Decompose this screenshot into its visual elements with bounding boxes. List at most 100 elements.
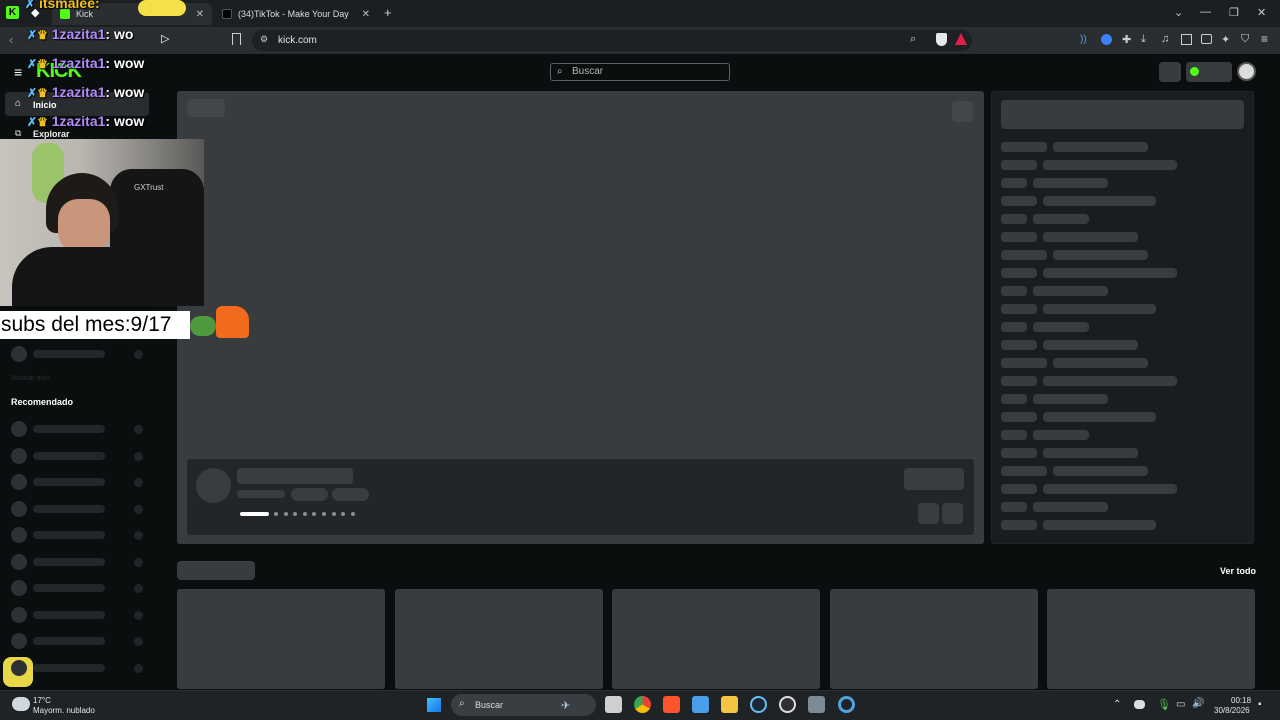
close-tab-icon[interactable]: ✕ [362, 9, 370, 20]
prev-button-placeholder[interactable] [918, 503, 939, 524]
list-row-placeholder [1033, 286, 1108, 296]
list-row-placeholder [1053, 250, 1148, 260]
list-row-placeholder [1033, 178, 1108, 188]
stream-info-bar [187, 459, 974, 535]
wallet-icon[interactable] [1201, 34, 1212, 44]
carousel-pip[interactable] [322, 512, 326, 516]
list-row-placeholder [1001, 520, 1037, 530]
url-bar[interactable]: ⚙ kick.com ⌕ [252, 30, 972, 51]
carousel-pip[interactable] [283, 512, 288, 516]
weather-icon[interactable] [12, 697, 30, 711]
back-icon[interactable]: ‹ [9, 32, 13, 47]
overlay-chat-top: ✗ itsmalee: [25, 0, 100, 11]
channel-avatar-placeholder[interactable] [11, 606, 27, 623]
list-row-placeholder [1001, 484, 1037, 494]
menu-icon[interactable]: ≡ [1261, 32, 1268, 46]
notification-icon[interactable]: ▪ [1258, 699, 1262, 710]
weather-temp[interactable]: 17°C [33, 696, 51, 705]
chrome-icon[interactable] [634, 696, 651, 713]
home-icon: ⌂ [15, 98, 22, 109]
url-text[interactable]: kick.com [278, 35, 317, 46]
leo-ai-icon[interactable]: ✦ [1221, 33, 1230, 46]
channel-avatar-placeholder[interactable] [11, 500, 27, 517]
channel-avatar-placeholder[interactable] [11, 421, 27, 437]
minimize-icon[interactable]: — [1200, 6, 1211, 18]
new-tab-button[interactable]: + [384, 5, 392, 20]
start-icon[interactable] [427, 698, 441, 712]
next-button-placeholder[interactable] [942, 503, 963, 524]
hamburger-menu-icon[interactable]: ≡ [14, 64, 22, 80]
volume-icon[interactable]: 🔊 [1192, 698, 1204, 709]
player-control-placeholder[interactable] [952, 101, 973, 122]
sidebar-show-more[interactable]: Mostrar más [11, 375, 50, 382]
discord-icon[interactable] [1134, 700, 1145, 709]
network-icon[interactable]: ▭ [1176, 699, 1185, 710]
watch-button-placeholder[interactable] [904, 468, 964, 490]
clock-date[interactable]: 30/8/2026 [1214, 706, 1250, 715]
channel-status-placeholder [134, 350, 143, 359]
game-app-icon[interactable] [808, 696, 825, 713]
brave-rewards-icon[interactable] [955, 33, 967, 45]
ccleaner-icon[interactable] [838, 696, 855, 713]
carousel-pip[interactable] [331, 512, 336, 516]
channel-avatar-placeholder[interactable] [11, 527, 27, 543]
steam-icon[interactable] [750, 696, 767, 713]
extension-blue-icon[interactable] [1101, 34, 1112, 45]
weather-desc[interactable]: Mayorm. nublado [33, 706, 95, 715]
list-row-placeholder [1001, 232, 1037, 242]
header-button-placeholder[interactable] [1159, 62, 1181, 82]
channel-avatar-placeholder[interactable] [11, 553, 27, 570]
tab-list-chevron-icon[interactable]: ⌄ [1174, 6, 1183, 19]
crown-badge-icon: ♛ [37, 57, 48, 71]
site-info-icon[interactable]: ⚙ [260, 34, 268, 45]
close-tab-icon[interactable]: ✕ [196, 9, 204, 20]
channel-avatar-placeholder[interactable] [11, 447, 27, 464]
orange-emote-icon [216, 306, 249, 338]
stream-card-placeholder[interactable] [830, 589, 1038, 689]
kick-app-icon[interactable]: K [6, 6, 19, 19]
list-row-placeholder [1043, 196, 1156, 206]
brave-shields-icon[interactable] [936, 33, 947, 46]
store-icon[interactable] [692, 696, 709, 713]
avatar[interactable] [1237, 62, 1256, 81]
download-icon[interactable]: ⤓ [1141, 33, 1146, 46]
bookmark-icon[interactable] [232, 33, 241, 45]
file-explorer-icon[interactable] [721, 696, 738, 713]
obs-icon[interactable] [779, 696, 796, 713]
list-row-placeholder [1001, 304, 1037, 314]
channel-avatar-placeholder[interactable] [11, 633, 27, 649]
music-icon[interactable]: ♫ [1161, 33, 1169, 45]
channel-avatar-placeholder[interactable] [11, 659, 27, 676]
sidebar-icon[interactable] [1181, 34, 1192, 45]
search-icon: ⌕ [557, 66, 563, 77]
stream-card-placeholder[interactable] [177, 589, 385, 689]
yellow-emote-icon [138, 0, 186, 16]
channel-avatar-placeholder[interactable] [11, 580, 27, 596]
carousel-pip[interactable] [302, 512, 307, 516]
taskbar-search[interactable]: ⌕ Buscar ✈ [451, 694, 596, 716]
tray-overflow-icon[interactable]: ⌃ [1113, 699, 1121, 710]
brave-icon[interactable] [663, 696, 680, 713]
stream-card-placeholder[interactable] [1047, 589, 1255, 689]
vpn-shield-icon[interactable]: ⛉ [1241, 33, 1249, 46]
task-view-icon[interactable] [605, 696, 622, 713]
tab-tiktok[interactable]: (34)TikTok - Make Your Day ✕ [214, 3, 378, 25]
maximize-icon[interactable]: ❐ [1229, 6, 1239, 19]
see-all-link[interactable]: Ver todo [1220, 566, 1256, 576]
address-toolbar: ‹ ⚙ kick.com ⌕ )) ✚ ⤓ ♫ ✦ ⛉ ≡ [0, 27, 1280, 54]
wifi-signal-icon[interactable]: )) [1080, 34, 1087, 45]
carousel-pip[interactable] [274, 512, 278, 516]
list-row-placeholder [1053, 142, 1148, 152]
stream-card-placeholder[interactable] [612, 589, 820, 689]
carousel-active-pip[interactable] [240, 512, 269, 516]
microphone-icon[interactable]: 🎙 [1157, 698, 1171, 711]
search-input[interactable]: ⌕ Buscar [550, 63, 730, 81]
carousel-pip[interactable] [350, 512, 355, 516]
stream-card-placeholder[interactable] [395, 589, 603, 689]
channel-avatar-placeholder[interactable] [11, 474, 27, 490]
puzzle-icon[interactable]: ✚ [1122, 33, 1131, 46]
close-window-icon[interactable]: ✕ [1257, 6, 1266, 19]
crown-badge-icon: ♛ [37, 28, 48, 42]
zoom-icon[interactable]: ⌕ [910, 33, 916, 46]
clock-time[interactable]: 00:18 [1231, 696, 1251, 705]
